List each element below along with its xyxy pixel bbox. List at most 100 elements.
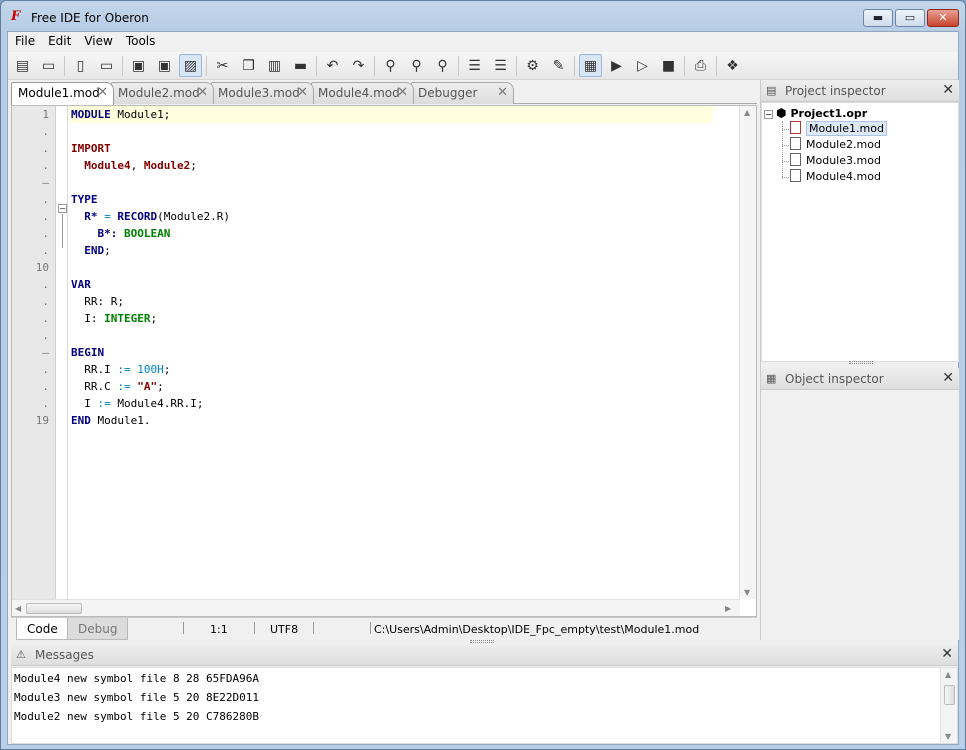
tab-module3-mod[interactable]: Module3.mod ✕ bbox=[211, 82, 314, 104]
editor-horizontal-scrollbar[interactable]: ◀ ▶ bbox=[12, 599, 740, 616]
project-file-item[interactable]: Module2.mod bbox=[790, 137, 881, 153]
scroll-left-icon[interactable]: ◀ bbox=[15, 604, 21, 613]
line-number: . bbox=[42, 244, 49, 257]
find-icon[interactable]: ⚲ bbox=[379, 54, 402, 77]
project-file-item[interactable]: Module1.mod bbox=[790, 121, 887, 137]
title-bar[interactable]: F Free IDE for Oberon ▬ ▭ ✕ bbox=[1, 1, 965, 31]
menu-file[interactable]: File bbox=[8, 32, 41, 51]
tab-close-icon[interactable]: ✕ bbox=[97, 85, 108, 100]
compile-icon[interactable]: ▦ bbox=[579, 54, 602, 77]
menu-view[interactable]: View bbox=[77, 32, 118, 51]
replace-icon[interactable]: ⚲ bbox=[431, 54, 454, 77]
status-bar: Code Debug 1:1 UTF8 C:\Users\Admin\Deskt… bbox=[11, 617, 757, 640]
run-icon[interactable]: ▶ bbox=[605, 54, 628, 77]
menu-edit[interactable]: Edit bbox=[41, 32, 77, 51]
code-line[interactable]: BEGIN bbox=[69, 344, 713, 361]
tab-close-icon[interactable]: ✕ bbox=[397, 85, 408, 100]
code-line[interactable]: RR.I := 100H; bbox=[69, 361, 713, 378]
maximize-button[interactable]: ▭ bbox=[895, 9, 925, 27]
indent-icon[interactable]: ☰ bbox=[463, 54, 486, 77]
scroll-up-icon[interactable]: ▲ bbox=[744, 108, 750, 117]
code-line[interactable] bbox=[69, 174, 713, 191]
project-inspector-icon: ▤ bbox=[766, 84, 777, 97]
redo-icon[interactable]: ↷ bbox=[347, 54, 370, 77]
messages-splitter-grip[interactable] bbox=[470, 640, 494, 643]
code-line[interactable] bbox=[69, 259, 713, 276]
line-number-gutter: 1... –.... 10.... –... 19 bbox=[12, 106, 56, 616]
close-button[interactable]: ✕ bbox=[927, 9, 959, 27]
project-file-item[interactable]: Module3.mod bbox=[790, 153, 881, 169]
code-editor[interactable]: 1... –.... 10.... –... 19 − MODULE Module1; I… bbox=[11, 105, 770, 617]
code-line[interactable]: B*: BOOLEAN bbox=[69, 225, 713, 242]
new-file-icon[interactable]: ▯ bbox=[69, 54, 92, 77]
code-line[interactable]: RR: R; bbox=[69, 293, 713, 310]
object-inspector-close-icon[interactable]: ✕ bbox=[942, 370, 954, 386]
splitter-grip[interactable] bbox=[849, 361, 873, 364]
project-inspector-close-icon[interactable]: ✕ bbox=[942, 82, 954, 98]
code-line[interactable]: I: INTEGER; bbox=[69, 310, 713, 327]
object-inspector-header: ▦ Object inspector ✕ bbox=[761, 368, 959, 390]
file-label: Module3.mod bbox=[806, 154, 881, 167]
messages-scroll-thumb[interactable] bbox=[944, 685, 955, 705]
project-root[interactable]: − ⬢ Project1.opr bbox=[764, 105, 867, 121]
code-line[interactable]: IMPORT bbox=[69, 140, 713, 157]
open-project-icon[interactable]: ▭ bbox=[37, 54, 60, 77]
scroll-up-icon[interactable]: ▲ bbox=[945, 670, 951, 679]
line-number: . bbox=[42, 295, 49, 308]
tab-close-icon[interactable]: ✕ bbox=[297, 85, 308, 100]
code-line[interactable]: MODULE Module1; bbox=[69, 106, 713, 123]
code-line[interactable]: RR.C := "A"; bbox=[69, 378, 713, 395]
code-line[interactable] bbox=[69, 123, 713, 140]
find-next-icon[interactable]: ⚲ bbox=[405, 54, 428, 77]
tab-module4-mod[interactable]: Module4.mod ✕ bbox=[311, 82, 414, 104]
scroll-right-icon[interactable]: ▶ bbox=[725, 604, 731, 613]
paste-icon[interactable]: ▥ bbox=[263, 54, 286, 77]
minimize-button[interactable]: ▬ bbox=[863, 9, 893, 27]
messages-close-icon[interactable]: ✕ bbox=[941, 646, 953, 662]
unindent-icon[interactable]: ☰ bbox=[489, 54, 512, 77]
code-line[interactable]: VAR bbox=[69, 276, 713, 293]
code-area[interactable]: MODULE Module1; IMPORT Module4, Module2; T… bbox=[69, 106, 770, 616]
code-line[interactable]: END Module1. bbox=[69, 412, 713, 429]
horizontal-scroll-thumb[interactable] bbox=[26, 603, 82, 614]
settings-icon[interactable]: ⚙ bbox=[521, 54, 544, 77]
copy-icon[interactable]: ❐ bbox=[237, 54, 260, 77]
stop-icon[interactable]: ■ bbox=[657, 54, 680, 77]
line-number: . bbox=[42, 210, 49, 223]
tab-close-icon[interactable]: ✕ bbox=[497, 85, 508, 100]
tab-close-icon[interactable]: ✕ bbox=[197, 85, 208, 100]
code-line[interactable]: I := Module4.RR.I; bbox=[69, 395, 713, 412]
tools-icon[interactable]: ✎ bbox=[547, 54, 570, 77]
close-file-icon[interactable]: ▨ bbox=[179, 54, 202, 77]
editor-vertical-scrollbar[interactable]: ▲ ▼ bbox=[739, 106, 756, 599]
scroll-down-icon[interactable]: ▼ bbox=[744, 588, 750, 597]
undo-icon[interactable]: ↶ bbox=[321, 54, 344, 77]
open-file-icon[interactable]: ▭ bbox=[95, 54, 118, 77]
code-view-tab[interactable]: Code bbox=[16, 618, 69, 640]
tree-collapse-icon[interactable]: − bbox=[764, 110, 773, 119]
tab-module1-mod[interactable]: Module1.mod ✕ bbox=[11, 82, 114, 105]
save-all-icon[interactable]: ▣ bbox=[153, 54, 176, 77]
save-icon[interactable]: ▣ bbox=[127, 54, 150, 77]
code-line[interactable]: Module4, Module2; bbox=[69, 157, 713, 174]
code-token: RR.I bbox=[71, 363, 118, 376]
code-line[interactable] bbox=[69, 327, 713, 344]
step-icon[interactable]: ▷ bbox=[631, 54, 654, 77]
scroll-down-icon[interactable]: ▼ bbox=[945, 732, 951, 741]
debug-view-tab[interactable]: Debug bbox=[67, 618, 129, 640]
project-file-item[interactable]: Module4.mod bbox=[790, 169, 881, 185]
tab-debugger[interactable]: Debugger ✕ bbox=[411, 82, 514, 104]
menu-bar: File Edit View Tools bbox=[8, 32, 958, 51]
help-icon[interactable]: ❖ bbox=[721, 54, 744, 77]
fold-toggle-icon[interactable]: − bbox=[58, 204, 67, 213]
cut-icon[interactable]: ✂ bbox=[211, 54, 234, 77]
delete-icon[interactable]: ▬ bbox=[289, 54, 312, 77]
code-line[interactable]: TYPE bbox=[69, 191, 713, 208]
print-icon[interactable]: ⎙ bbox=[689, 54, 712, 77]
tab-module2-mod[interactable]: Module2.mod ✕ bbox=[111, 82, 214, 104]
code-line[interactable]: END; bbox=[69, 242, 713, 259]
code-line[interactable]: R* = RECORD(Module2.R) bbox=[69, 208, 713, 225]
new-project-icon[interactable]: ▤ bbox=[11, 54, 34, 77]
menu-tools[interactable]: Tools bbox=[119, 32, 162, 51]
messages-scrollbar[interactable]: ▲ ▼ bbox=[940, 668, 957, 743]
